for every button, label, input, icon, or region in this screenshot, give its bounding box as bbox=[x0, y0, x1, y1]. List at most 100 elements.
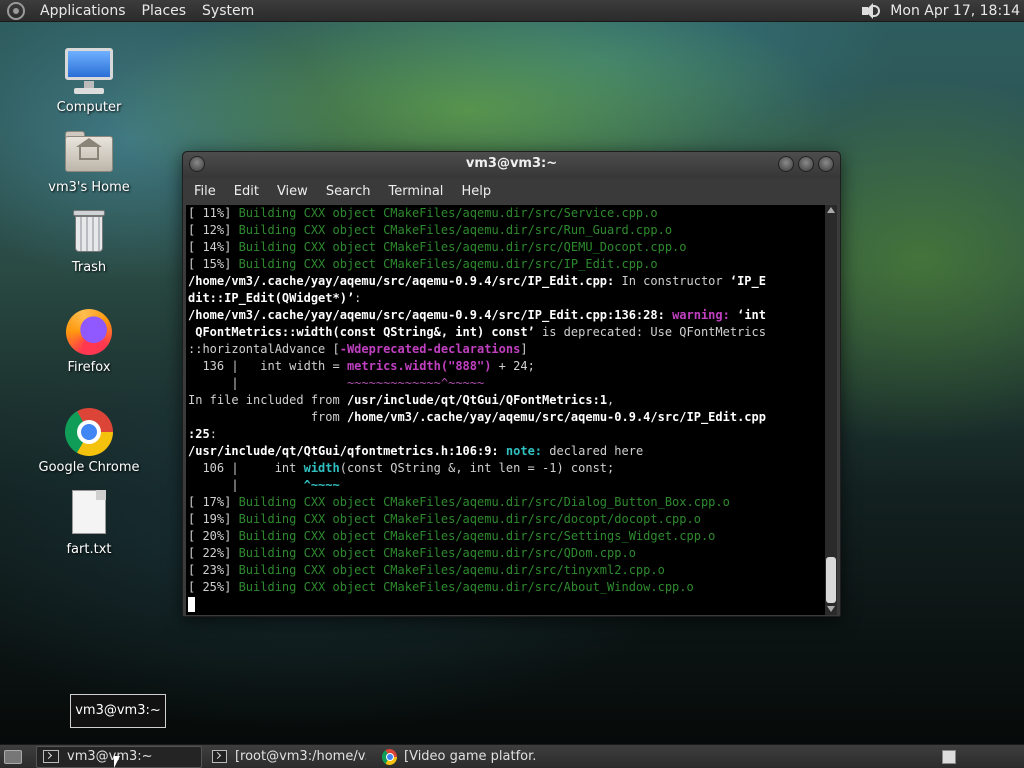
terminal-menubar: File Edit View Search Terminal Help bbox=[183, 178, 840, 204]
terminal-line: QFontMetrics::width(const QString&, int)… bbox=[188, 324, 825, 341]
text-cursor bbox=[188, 597, 195, 612]
taskbar-task-label: vm3@vm3:~ bbox=[67, 749, 153, 764]
terminal-line-segment: In constructor bbox=[614, 274, 730, 288]
terminal-line-segment: Building CXX object CMakeFiles/aqemu.dir… bbox=[238, 512, 701, 526]
desktop-icon-label: Trash bbox=[71, 260, 107, 275]
terminal-line-segment: Building CXX object CMakeFiles/aqemu.dir… bbox=[238, 223, 673, 237]
terminal-line-segment: /home/vm3/.cache/yay/aqemu/src/aqemu-0.9… bbox=[346, 410, 766, 424]
desktop-icon-home[interactable]: vm3's Home bbox=[34, 126, 144, 195]
terminal-text: [ 11%] Building CXX object CMakeFiles/aq… bbox=[186, 205, 827, 596]
terminal-line-segment: [ 22%] bbox=[188, 546, 239, 560]
terminal-window[interactable]: vm3@vm3:~ File Edit View Search Terminal… bbox=[182, 151, 841, 617]
mouse-pointer-icon bbox=[114, 756, 120, 768]
terminal-line-segment: width bbox=[303, 461, 340, 475]
terminal-line: | ~~~~~~~~~~~~~^~~~~~ bbox=[188, 375, 825, 392]
terminal-line-segment: : bbox=[354, 291, 362, 305]
clock[interactable]: Mon Apr 17, 18:14 bbox=[890, 3, 1024, 19]
terminal-scrollbar[interactable] bbox=[825, 205, 837, 615]
menu-system[interactable]: System bbox=[194, 0, 262, 22]
close-button[interactable] bbox=[818, 156, 834, 172]
terminal-line-segment: ‘IP_E bbox=[729, 274, 766, 288]
terminal-line: :25: bbox=[188, 426, 825, 443]
terminal-line-segment: metrics.width("888") bbox=[346, 359, 492, 373]
terminal-line-segment: | bbox=[188, 478, 304, 492]
maximize-button[interactable] bbox=[798, 156, 814, 172]
terminal-line: [ 14%] Building CXX object CMakeFiles/aq… bbox=[188, 239, 825, 256]
taskbar-task-label: [Video game platfor... bbox=[404, 749, 536, 764]
terminal-line: [ 22%] Building CXX object CMakeFiles/aq… bbox=[188, 545, 825, 562]
window-menu-button[interactable] bbox=[189, 156, 205, 172]
menu-file[interactable]: File bbox=[185, 184, 225, 199]
desktop-icon-fart-txt[interactable]: fart.txt bbox=[34, 488, 144, 557]
terminal-icon bbox=[43, 750, 59, 763]
terminal-line-segment: ‘int bbox=[737, 308, 766, 322]
menu-search[interactable]: Search bbox=[317, 184, 380, 199]
terminal-line-segment: 136 | int width = bbox=[188, 359, 347, 373]
taskbar-tooltip: vm3@vm3:~ bbox=[70, 694, 166, 728]
menu-help[interactable]: Help bbox=[452, 184, 500, 199]
menu-terminal[interactable]: Terminal bbox=[379, 184, 452, 199]
terminal-line-segment: [ 23%] bbox=[188, 563, 239, 577]
terminal-line-segment: In file included from bbox=[188, 393, 347, 407]
menu-view[interactable]: View bbox=[268, 184, 317, 199]
terminal-line: [ 19%] Building CXX object CMakeFiles/aq… bbox=[188, 511, 825, 528]
terminal-output[interactable]: [ 11%] Building CXX object CMakeFiles/aq… bbox=[186, 205, 827, 615]
scroll-up-arrow-icon[interactable] bbox=[827, 207, 835, 213]
terminal-line-segment: Building CXX object CMakeFiles/aqemu.dir… bbox=[238, 546, 636, 560]
desktop-icon-label: Computer bbox=[56, 100, 122, 115]
terminal-line-segment: Building CXX object CMakeFiles/aqemu.dir… bbox=[238, 206, 658, 220]
terminal-line: 136 | int width = metrics.width("888") +… bbox=[188, 358, 825, 375]
home-folder-icon bbox=[63, 126, 115, 178]
terminal-prompt-line[interactable] bbox=[186, 596, 827, 613]
text-file-icon bbox=[63, 488, 115, 540]
terminal-line-segment: ] bbox=[520, 342, 528, 356]
scrollbar-thumb[interactable] bbox=[826, 557, 836, 603]
desktop-icon-computer[interactable]: Computer bbox=[34, 46, 144, 115]
desktop-icon-chrome[interactable]: Google Chrome bbox=[34, 406, 144, 475]
terminal-line: 106 | int width(const QString &, int len… bbox=[188, 460, 825, 477]
trash-icon bbox=[63, 206, 115, 258]
terminal-line-segment: + 24; bbox=[491, 359, 535, 373]
terminal-line-segment: [ 17%] bbox=[188, 495, 239, 509]
menu-edit[interactable]: Edit bbox=[225, 184, 268, 199]
terminal-line-segment: :25 bbox=[188, 427, 210, 441]
terminal-line-segment: Building CXX object CMakeFiles/aqemu.dir… bbox=[238, 240, 687, 254]
terminal-line-segment: [ 11%] bbox=[188, 206, 239, 220]
terminal-line: from /home/vm3/.cache/yay/aqemu/src/aqem… bbox=[188, 409, 825, 426]
terminal-icon bbox=[212, 750, 227, 763]
terminal-line-segment: ^~~~~ bbox=[303, 478, 340, 492]
terminal-line: | ^~~~~ bbox=[188, 477, 825, 494]
bottom-panel: vm3@vm3:~ [root@vm3:/home/v... [Video ga… bbox=[0, 744, 1024, 768]
volume-icon[interactable] bbox=[860, 2, 881, 20]
desktop-icon-firefox[interactable]: Firefox bbox=[34, 306, 144, 375]
terminal-line-segment: ::horizontalAdvance [ bbox=[188, 342, 340, 356]
taskbar-task-label: [root@vm3:/home/v... bbox=[234, 749, 366, 764]
terminal-line-segment: dit::IP_Edit(QWidget*)’ bbox=[188, 291, 355, 305]
terminal-line-segment: warning: bbox=[672, 308, 730, 322]
menu-applications[interactable]: Applications bbox=[32, 0, 134, 22]
desktop-icon-label: vm3's Home bbox=[48, 180, 130, 195]
top-panel: Applications Places System Mon Apr 17, 1… bbox=[0, 0, 1024, 22]
scroll-down-arrow-icon[interactable] bbox=[827, 606, 835, 612]
show-desktop-icon[interactable] bbox=[4, 749, 22, 764]
terminal-line-segment: -Wdeprecated-declarations bbox=[339, 342, 521, 356]
terminal-line-segment: Building CXX object CMakeFiles/aqemu.dir… bbox=[238, 580, 694, 594]
terminal-line-segment: 106 | int bbox=[188, 461, 304, 475]
distro-logo-icon[interactable] bbox=[7, 1, 25, 20]
desktop-icon-trash[interactable]: Trash bbox=[34, 206, 144, 275]
terminal-line-segment: /home/vm3/.cache/yay/aqemu/src/aqemu-0.9… bbox=[188, 274, 615, 288]
workspace-switcher-icon[interactable] bbox=[942, 749, 956, 764]
minimize-button[interactable] bbox=[778, 156, 794, 172]
terminal-line-segment: Building CXX object CMakeFiles/aqemu.dir… bbox=[238, 257, 658, 271]
terminal-line-segment: ~~~~~~~~~~~~~^~~~~~ bbox=[346, 376, 485, 390]
terminal-line-segment bbox=[665, 308, 672, 322]
taskbar-task[interactable]: [Video game platfor... bbox=[376, 746, 542, 768]
window-titlebar[interactable]: vm3@vm3:~ bbox=[183, 152, 840, 178]
terminal-line: [ 23%] Building CXX object CMakeFiles/aq… bbox=[188, 562, 825, 579]
terminal-line-segment: (const QString &, int len = -1) const; bbox=[339, 461, 615, 475]
terminal-line: /usr/include/qt/QtGui/qfontmetrics.h:106… bbox=[188, 443, 825, 460]
menu-places[interactable]: Places bbox=[134, 0, 195, 22]
taskbar-task[interactable]: [root@vm3:/home/v... bbox=[206, 746, 372, 768]
terminal-line: In file included from /usr/include/qt/Qt… bbox=[188, 392, 825, 409]
terminal-line-segment: /home/vm3/.cache/yay/aqemu/src/aqemu-0.9… bbox=[188, 308, 665, 322]
